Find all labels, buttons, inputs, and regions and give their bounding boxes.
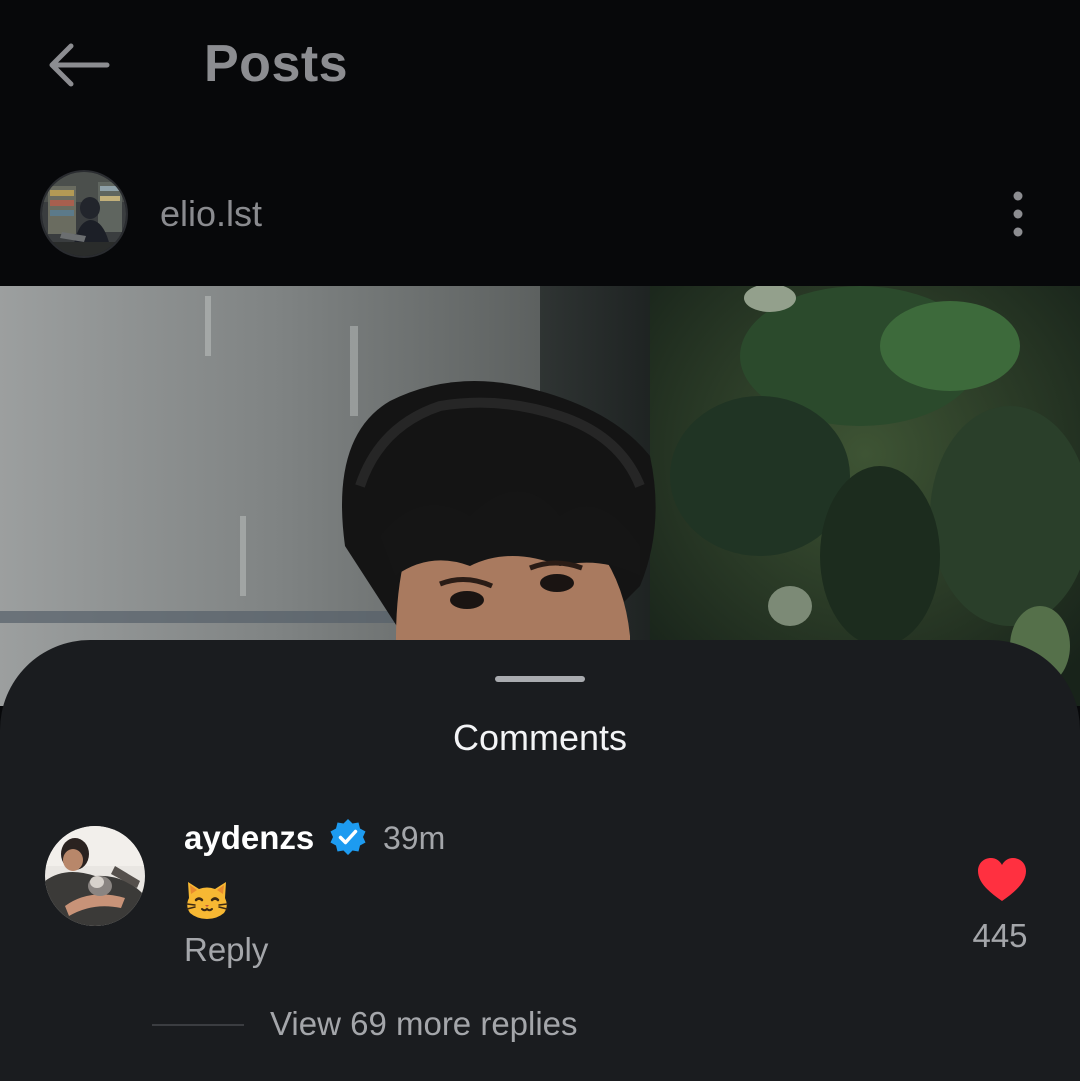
author-username[interactable]: elio.lst bbox=[160, 192, 262, 236]
post-header: elio.lst bbox=[0, 150, 1080, 280]
like-count: 445 bbox=[972, 917, 1028, 954]
heart-icon bbox=[978, 858, 1026, 901]
back-button[interactable] bbox=[40, 32, 116, 98]
more-options-button[interactable] bbox=[996, 186, 1040, 242]
reply-button[interactable]: Reply bbox=[184, 930, 268, 970]
verified-badge-icon bbox=[329, 818, 367, 856]
author-avatar-image bbox=[42, 172, 126, 256]
comment-timestamp: 39m bbox=[383, 820, 446, 856]
commenter-avatar-image bbox=[45, 826, 145, 926]
comments-title: Comments bbox=[452, 717, 628, 758]
cat-face-emoji-icon bbox=[184, 876, 230, 920]
view-more-replies-button[interactable]: View 69 more replies bbox=[270, 1004, 578, 1044]
top-bar: Posts bbox=[0, 0, 1080, 130]
commenter-username[interactable]: aydenzs bbox=[184, 818, 314, 858]
sheet-drag-handle[interactable] bbox=[495, 676, 585, 682]
comments-sheet: Comments aydenzs 39m Reply 445 View 69 m… bbox=[0, 640, 1080, 1081]
replies-divider-line bbox=[152, 1024, 244, 1026]
screen: Posts elio.lst Comments aydenzs 39m Repl… bbox=[0, 0, 1080, 1081]
author-avatar[interactable] bbox=[42, 172, 126, 256]
like-button[interactable] bbox=[976, 856, 1028, 904]
page-title: Posts bbox=[204, 35, 349, 93]
arrow-left-icon bbox=[49, 43, 110, 87]
more-vertical-icon bbox=[1013, 191, 1023, 237]
commenter-avatar[interactable] bbox=[45, 826, 145, 926]
